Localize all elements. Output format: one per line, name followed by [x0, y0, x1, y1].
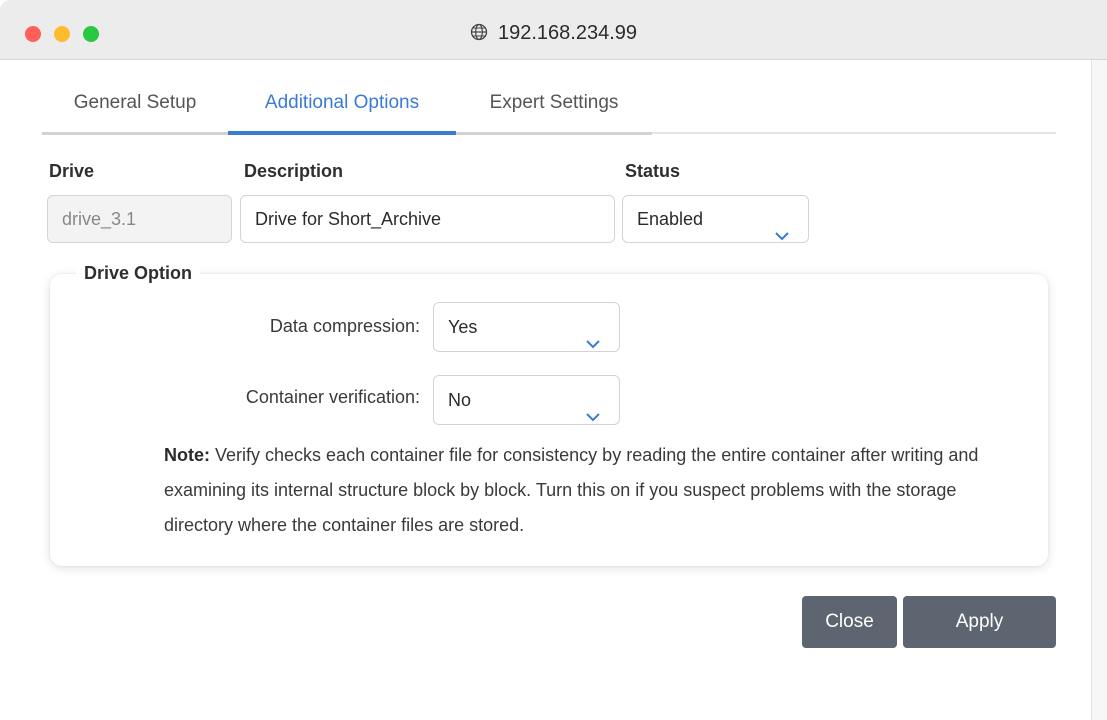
- note-text: Verify checks each container file for co…: [164, 445, 979, 535]
- close-button[interactable]: Close: [802, 596, 897, 648]
- window-title-text: 192.168.234.99: [497, 22, 638, 44]
- description-input[interactable]: Drive for Short_Archive: [240, 195, 615, 243]
- dialog-window: 192.168.234.99 General Setup Additional …: [0, 0, 1107, 720]
- verification-label: Container verification:: [245, 387, 420, 407]
- compression-select[interactable]: Yes: [433, 302, 620, 352]
- note-prefix: Note:: [164, 445, 210, 465]
- tab-bar: General Setup Additional Options Expert …: [42, 86, 1056, 136]
- verification-note: Note: Verify checks each container file …: [164, 438, 1014, 543]
- compression-label: Data compression:: [269, 316, 420, 336]
- window-title: 192.168.234.99: [0, 22, 1107, 46]
- verification-select-value: No: [448, 390, 472, 410]
- compression-select-value: Yes: [448, 317, 478, 337]
- status-select-value: Enabled: [637, 209, 704, 229]
- verification-select[interactable]: No: [433, 375, 620, 425]
- drive-column-label: Drive: [49, 161, 95, 181]
- status-column-label: Status: [625, 161, 681, 181]
- globe-icon: [470, 22, 498, 44]
- scrollbar[interactable]: [1091, 60, 1107, 720]
- chevron-down-icon: [774, 213, 790, 241]
- drive-option-legend: Drive Option: [76, 262, 201, 284]
- description-column-label: Description: [244, 161, 344, 181]
- apply-button[interactable]: Apply: [903, 596, 1056, 648]
- drive-field: drive_3.1: [47, 195, 232, 243]
- chevron-down-icon: [585, 393, 601, 422]
- tab-expert-settings[interactable]: Expert Settings: [456, 86, 652, 132]
- tab-additional-options[interactable]: Additional Options: [228, 86, 456, 132]
- tab-general-setup[interactable]: General Setup: [42, 86, 228, 132]
- status-select[interactable]: Enabled: [622, 195, 809, 243]
- chevron-down-icon: [585, 320, 601, 349]
- active-tab-indicator: [228, 131, 456, 135]
- title-bar: 192.168.234.99: [0, 0, 1107, 60]
